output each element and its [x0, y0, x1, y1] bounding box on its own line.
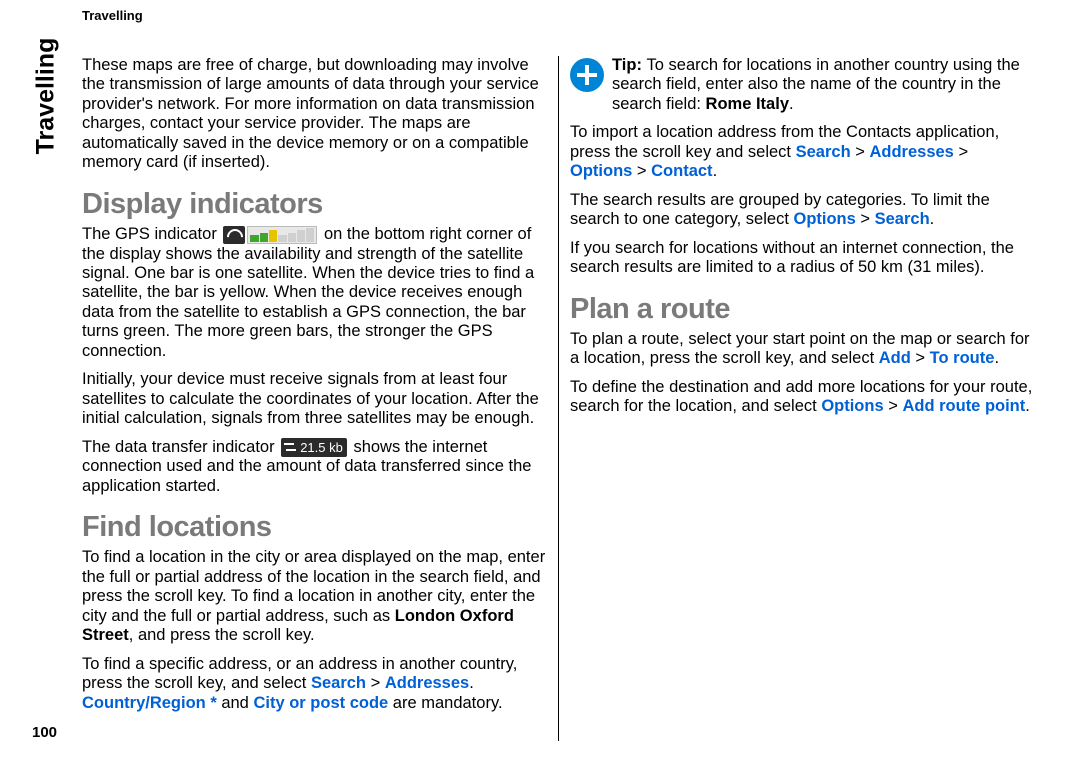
text: and: [217, 694, 254, 712]
offline-paragraph: If you search for locations without an i…: [570, 239, 1034, 278]
menu-path: Options: [821, 397, 883, 415]
heading-display-indicators: Display indicators: [82, 187, 546, 221]
text: .: [713, 162, 718, 180]
text: .: [994, 349, 999, 367]
tip-plus-icon: [570, 58, 604, 92]
menu-path: Contact: [651, 162, 712, 180]
signal-bars-icon: [247, 226, 317, 244]
running-head: Travelling: [82, 8, 143, 23]
satellites-paragraph: Initially, your device must receive sign…: [82, 370, 546, 428]
text: To search for locations in another count…: [612, 56, 1020, 113]
text: >: [851, 143, 870, 161]
menu-path: City or post code: [253, 694, 388, 712]
example-bold: Rome Italy: [706, 95, 789, 113]
menu-path: Options: [570, 162, 632, 180]
menu-path: Addresses: [869, 143, 953, 161]
tip-block: Tip: To search for locations in another …: [570, 56, 1034, 114]
text: >: [884, 397, 903, 415]
heading-plan-route: Plan a route: [570, 292, 1034, 326]
gps-paragraph: The GPS indicator on the bottom right co…: [82, 225, 546, 361]
text: >: [954, 143, 968, 161]
menu-path: Country/Region *: [82, 694, 217, 712]
destination-paragraph: To define the destination and add more l…: [570, 378, 1034, 417]
data-transfer-paragraph: The data transfer indicator 21.5 kb show…: [82, 438, 546, 496]
heading-find-locations: Find locations: [82, 510, 546, 544]
data-amount: 21.5 kb: [300, 440, 343, 455]
text: .: [789, 95, 794, 113]
menu-path: Add route point: [902, 397, 1025, 415]
page-content: These maps are free of charge, but downl…: [82, 56, 1034, 741]
data-transfer-icon: 21.5 kb: [281, 438, 347, 457]
menu-path: To route: [930, 349, 995, 367]
text: are mandatory.: [388, 694, 502, 712]
page-number: 100: [32, 724, 57, 741]
text: on the bottom right corner of the displa…: [82, 225, 534, 360]
tip-label: Tip:: [612, 56, 647, 74]
address-paragraph: To find a specific address, or an addres…: [82, 655, 546, 713]
text: .: [930, 210, 935, 228]
menu-path: Add: [879, 349, 911, 367]
import-paragraph: To import a location address from the Co…: [570, 123, 1034, 181]
menu-path: Addresses: [385, 674, 469, 692]
text: .: [1025, 397, 1030, 415]
gps-signal-icon: [223, 226, 317, 244]
text: .: [469, 674, 474, 692]
menu-path: Search: [875, 210, 930, 228]
satellite-icon: [223, 226, 245, 244]
text: >: [632, 162, 651, 180]
group-paragraph: The search results are grouped by catego…: [570, 191, 1034, 230]
side-tab: Travelling: [24, 28, 68, 163]
text: , and press the scroll key.: [129, 626, 315, 644]
tip-text: Tip: To search for locations in another …: [612, 56, 1034, 114]
text: The data transfer indicator: [82, 438, 279, 456]
menu-path: Options: [793, 210, 855, 228]
plan-paragraph: To plan a route, select your start point…: [570, 330, 1034, 369]
text: >: [911, 349, 930, 367]
menu-path: Search: [796, 143, 851, 161]
side-tab-label: Travelling: [32, 37, 61, 154]
text: >: [366, 674, 385, 692]
text: The GPS indicator: [82, 225, 221, 243]
intro-paragraph: These maps are free of charge, but downl…: [82, 56, 546, 173]
transfer-arrows-icon: [283, 440, 297, 454]
menu-path: Search: [311, 674, 366, 692]
find-paragraph: To find a location in the city or area d…: [82, 548, 546, 645]
text: >: [856, 210, 875, 228]
